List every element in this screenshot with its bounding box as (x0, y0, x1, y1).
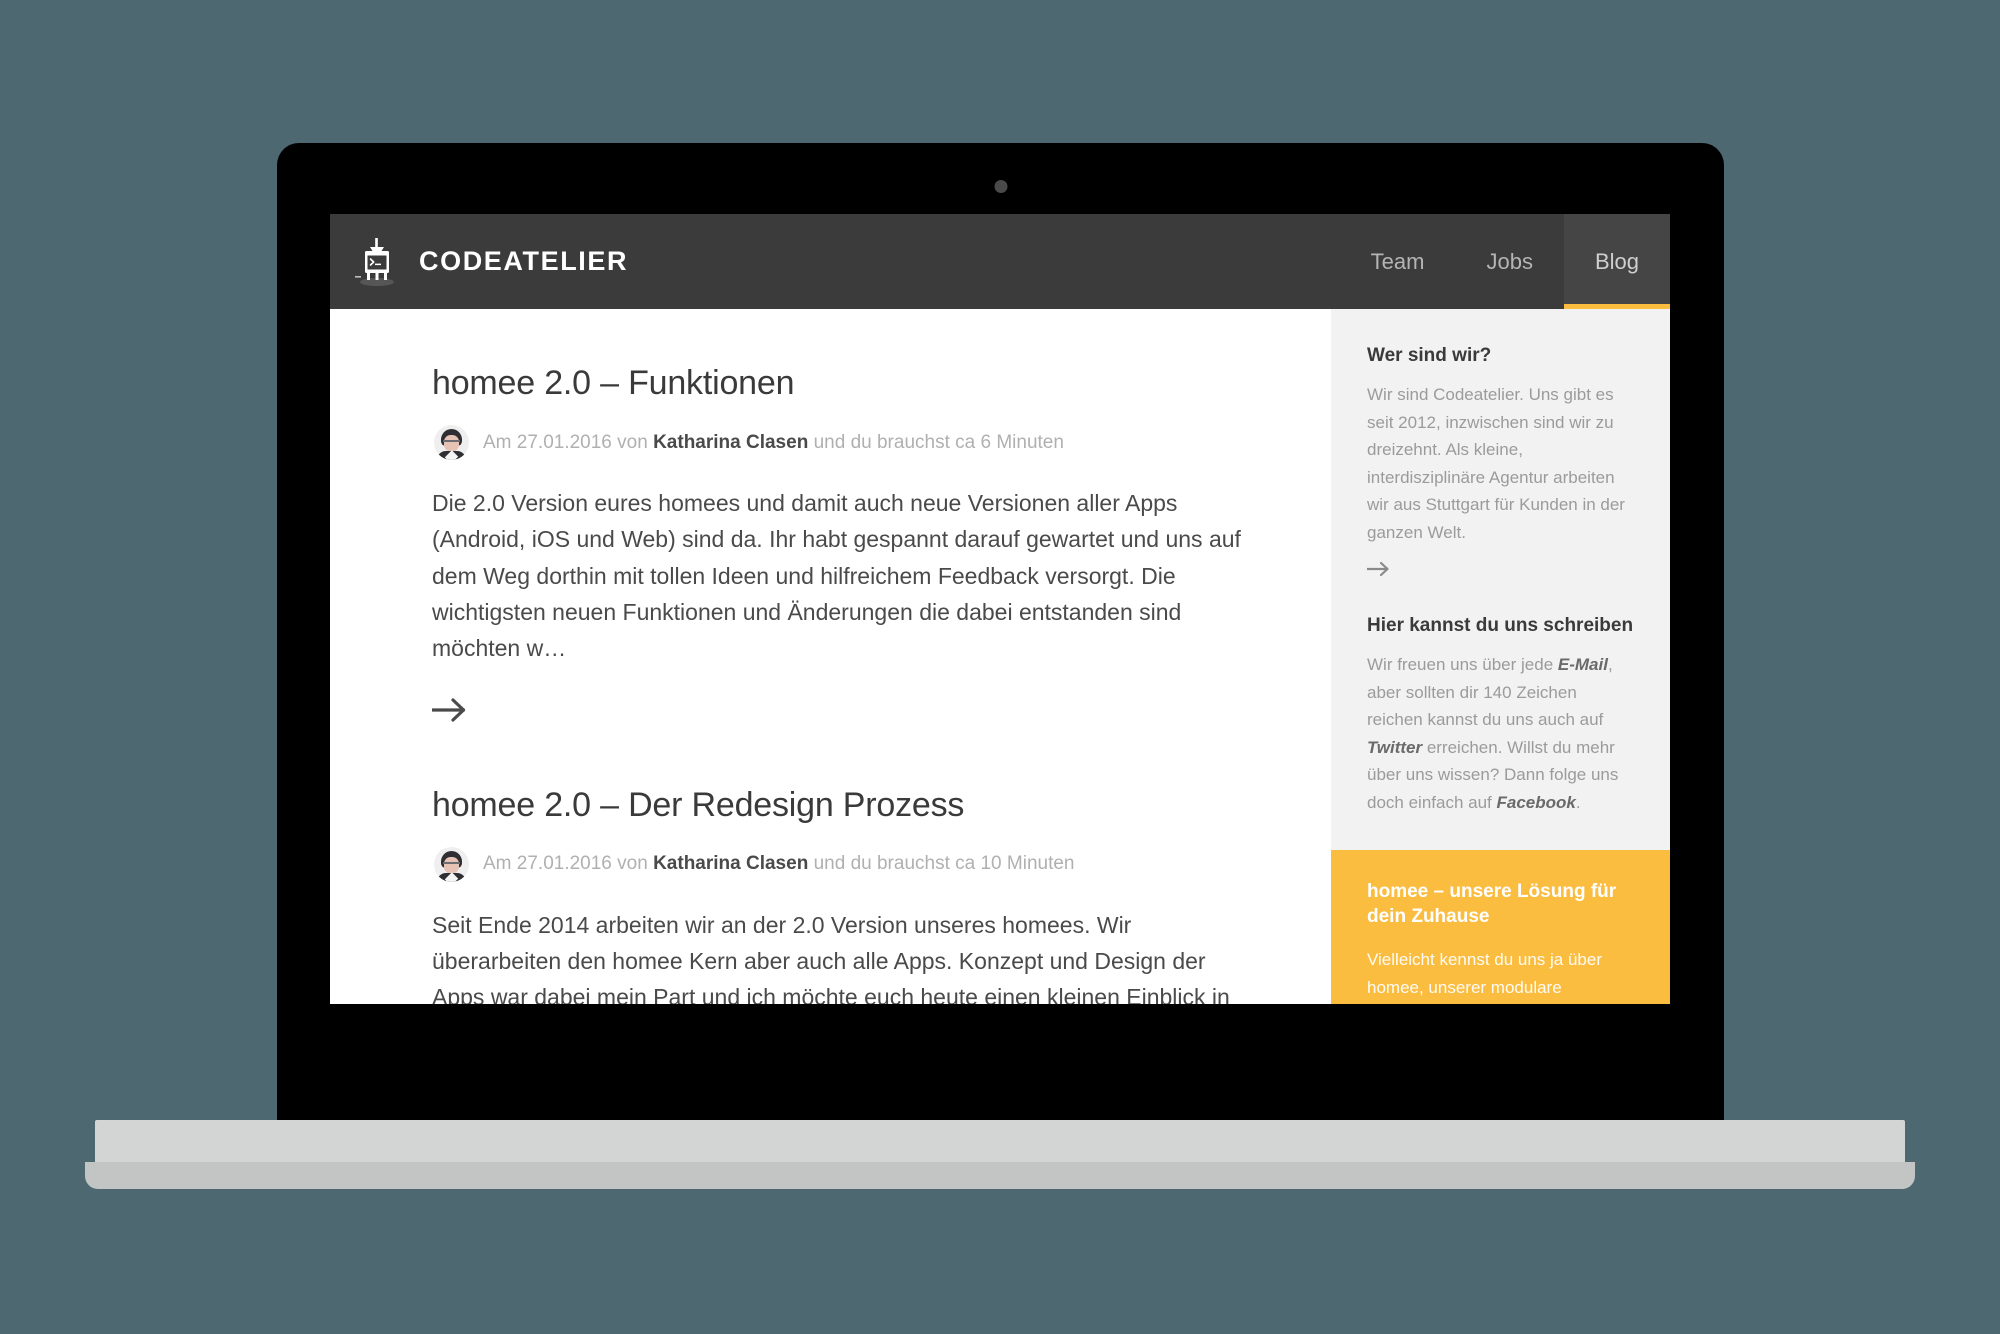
post-item: homee 2.0 – Der Redesign Prozess Am 27.0… (432, 786, 1251, 1004)
meta-author[interactable]: Katharina Clasen (653, 853, 808, 874)
meta-readtime: und du brauchst ca 10 Minuten (808, 853, 1075, 875)
laptop-base-lip (85, 1162, 1915, 1189)
meta-author[interactable]: Katharina Clasen (653, 432, 808, 453)
arrow-right-icon (432, 697, 468, 723)
read-more-link[interactable] (432, 697, 468, 723)
meta-date: Am 27.01.2016 von (483, 853, 654, 875)
nav-item-team[interactable]: Team (1340, 214, 1456, 309)
post-item: homee 2.0 – Funktionen Am 27.01.2016 von… (432, 364, 1251, 728)
meta-readtime: und du brauchst ca 6 Minuten (808, 431, 1064, 453)
easel-terminal-icon (352, 236, 402, 288)
site-header: CODEATELIER Team Jobs Blog (330, 214, 1670, 309)
brand-logo[interactable]: CODEATELIER (330, 214, 628, 309)
arrow-right-icon (1366, 562, 1391, 582)
post-meta: Am 27.01.2016 von Katharina Clasen und d… (432, 425, 1251, 460)
page-body: homee 2.0 – Funktionen Am 27.01.2016 von… (330, 309, 1670, 1004)
laptop-mockup: CODEATELIER Team Jobs Blog homee 2.0 – F… (277, 143, 1724, 1123)
post-excerpt: Die 2.0 Version eures homees und damit a… (432, 490, 1241, 662)
email-link[interactable]: E-Mail (1558, 655, 1608, 674)
author-avatar (434, 846, 469, 882)
sidebar: Wer sind wir? Wir sind Codeatelier. Uns … (1331, 309, 1670, 1004)
contact-text-part4: . (1575, 792, 1581, 812)
post-list: homee 2.0 – Funktionen Am 27.01.2016 von… (330, 309, 1331, 1004)
laptop-base (95, 1120, 1905, 1162)
sidebar-contact-block: Hier kannst du uns schreiben Wir freuen … (1331, 583, 1670, 850)
sidebar-about-block: Wer sind wir? Wir sind Codeatelier. Uns … (1331, 309, 1670, 583)
nav-item-jobs[interactable]: Jobs (1455, 214, 1563, 309)
meta-date: Am 27.01.2016 von (483, 431, 654, 453)
sidebar-contact-title: Hier kannst du uns schreiben (1367, 615, 1634, 637)
facebook-link[interactable]: Facebook (1496, 793, 1575, 812)
nav-item-blog[interactable]: Blog (1563, 214, 1670, 309)
promo-title: homee – unsere Lösung für dein Zuhause (1367, 881, 1617, 927)
post-title[interactable]: homee 2.0 – Funktionen (432, 364, 1251, 403)
webcam-icon (994, 180, 1007, 193)
post-meta: Am 27.01.2016 von Katharina Clasen und d… (432, 846, 1251, 882)
sidebar-about-text: Wir sind Codeatelier. Uns gibt es seit 2… (1367, 385, 1625, 542)
sidebar-about-title: Wer sind wir? (1367, 345, 1492, 366)
contact-text-part1: Wir freuen uns über jede (1367, 655, 1558, 675)
post-excerpt: Seit Ende 2014 arbeiten wir an der 2.0 V… (432, 911, 1230, 1004)
brand-name: CODEATELIER (419, 246, 629, 276)
sidebar-about-more-link[interactable] (1366, 560, 1391, 583)
post-meta-text: Am 27.01.2016 von Katharina Clasen und d… (483, 853, 1075, 875)
sidebar-contact-text: Wir freuen uns über jede E-Mail, aber so… (1367, 651, 1634, 816)
sidebar-promo-block[interactable]: homee – unsere Lösung für dein Zuhause V… (1331, 850, 1670, 1004)
twitter-link[interactable]: Twitter (1367, 738, 1422, 757)
author-avatar (434, 425, 469, 460)
post-meta-text: Am 27.01.2016 von Katharina Clasen und d… (483, 432, 1064, 454)
browser-viewport: CODEATELIER Team Jobs Blog homee 2.0 – F… (330, 214, 1670, 1004)
main-nav: Team Jobs Blog (1340, 214, 1670, 309)
promo-text: Vielleicht kennst du uns ja über homee, … (1367, 950, 1603, 997)
post-title[interactable]: homee 2.0 – Der Redesign Prozess (432, 786, 1251, 825)
